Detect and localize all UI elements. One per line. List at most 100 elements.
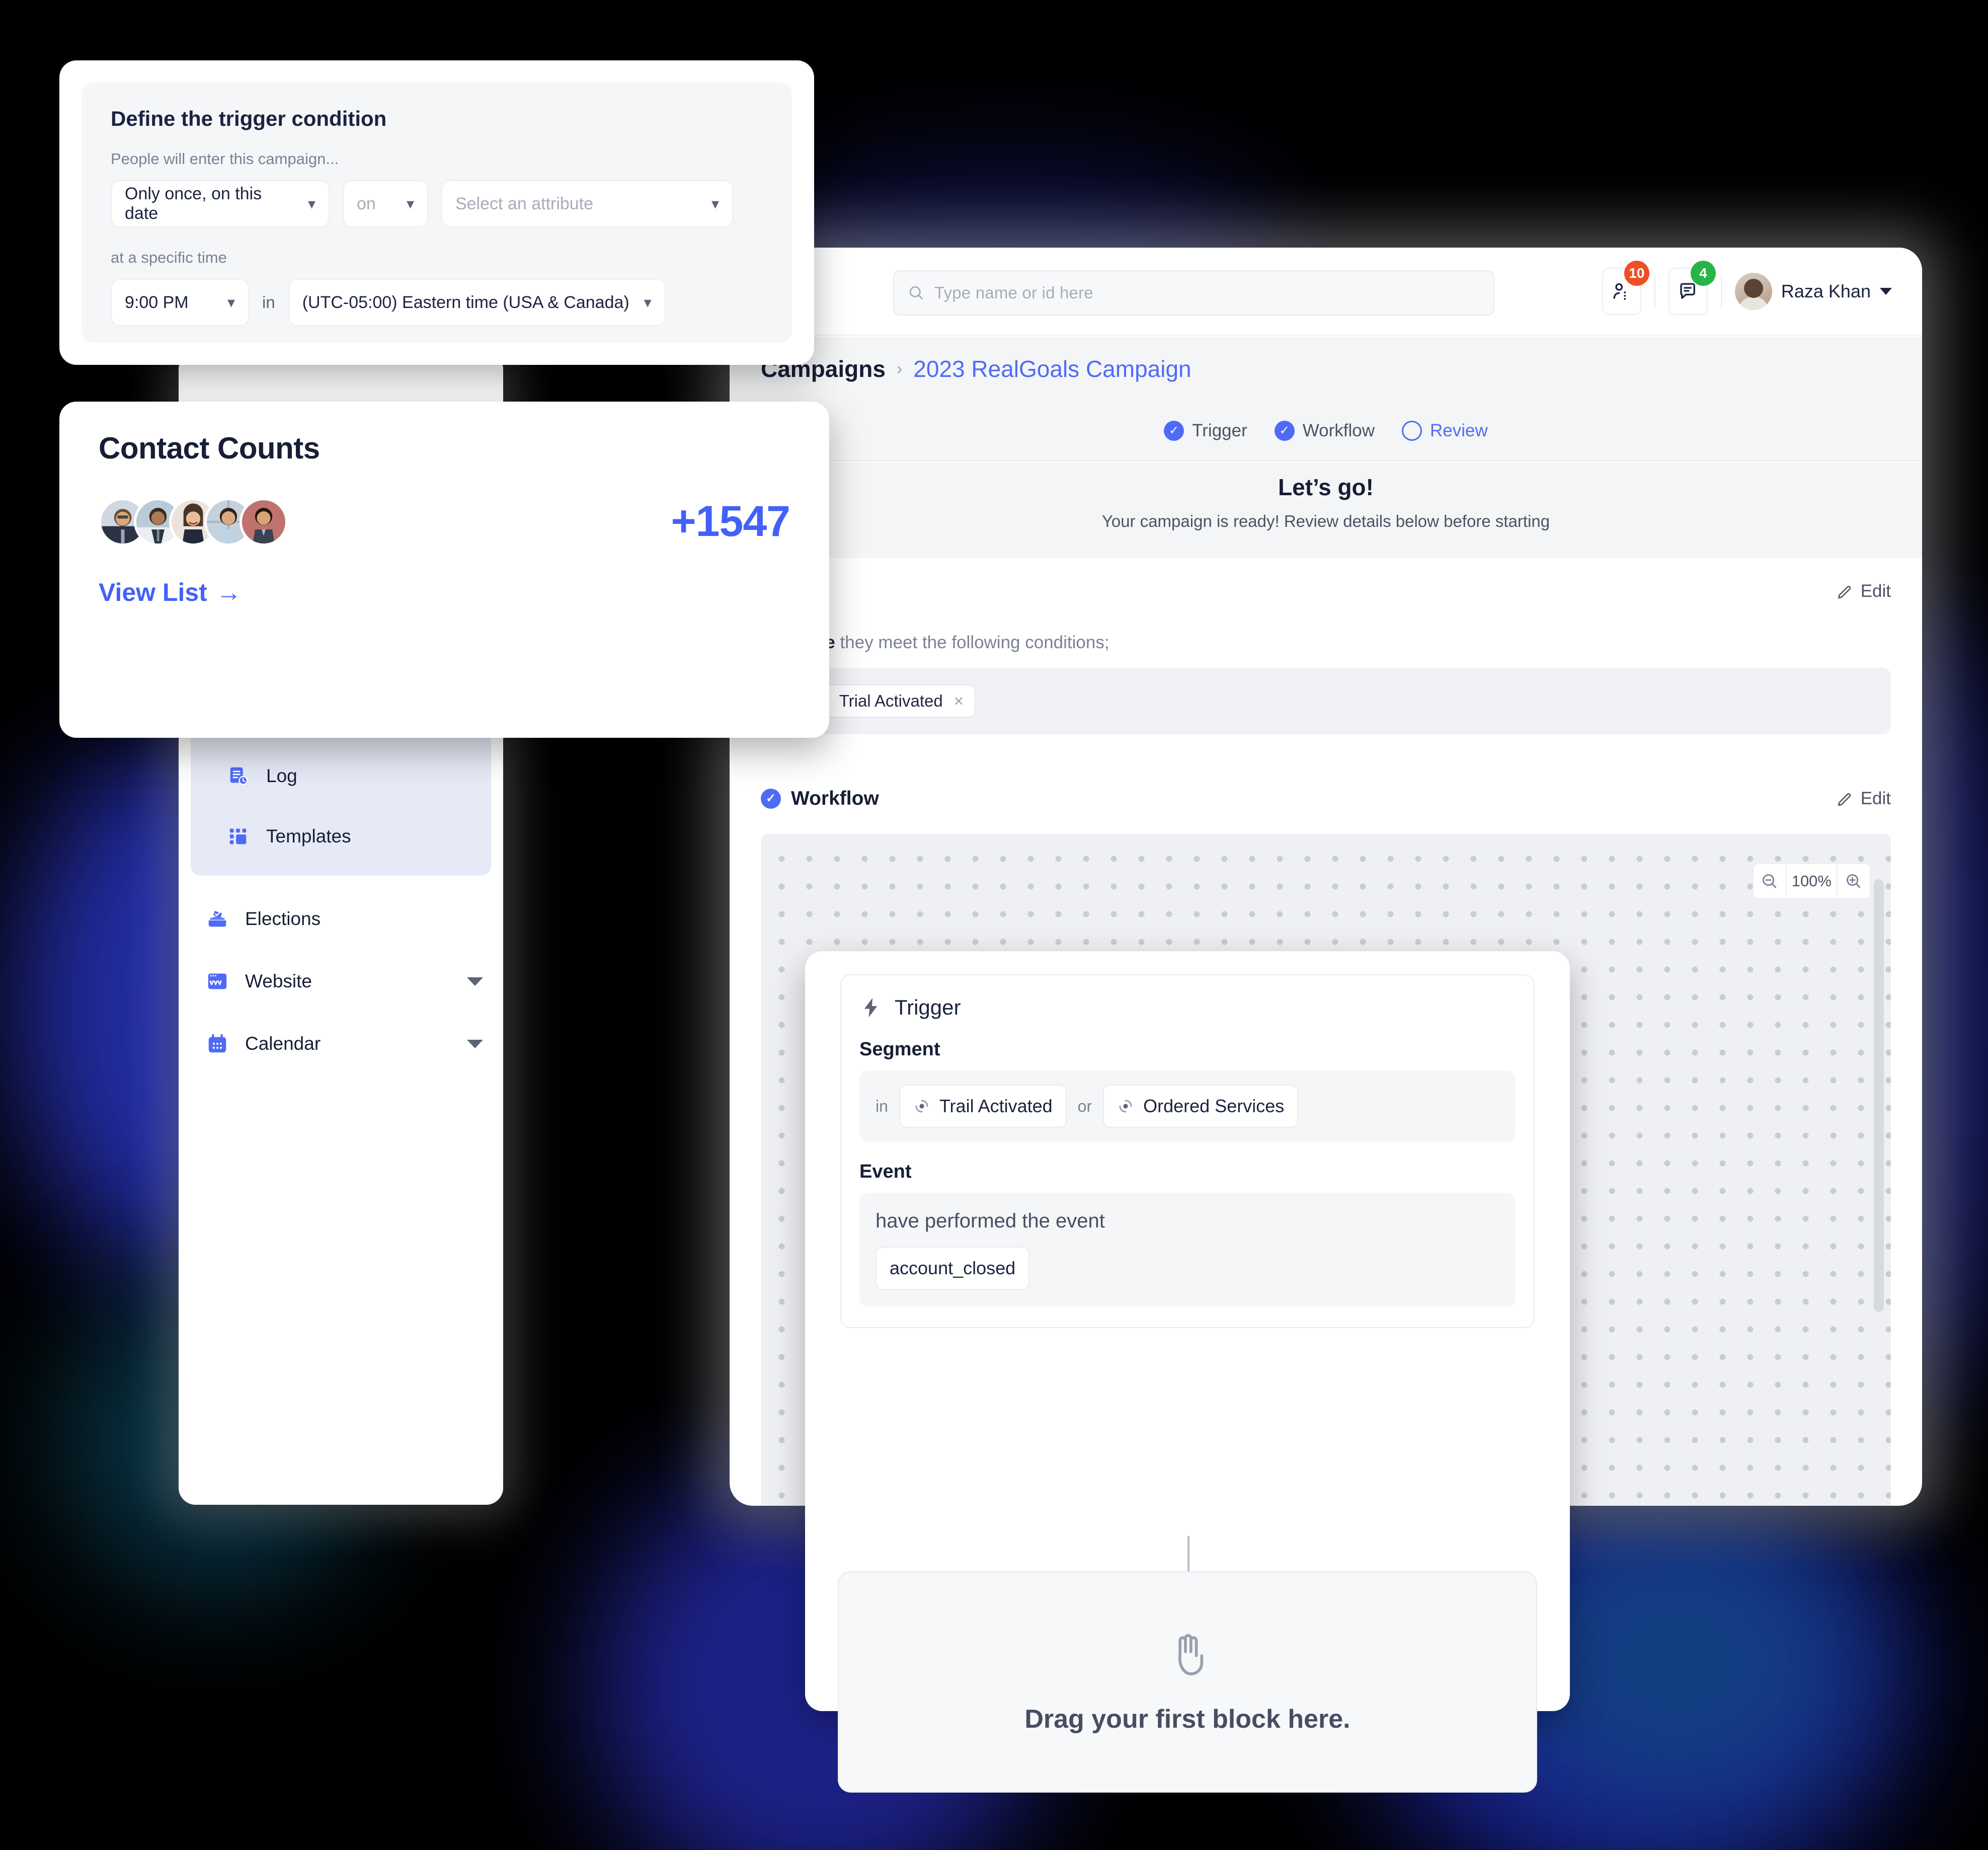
segment-field: in Trail Activated or Ordered Services	[859, 1070, 1516, 1142]
check-circle-icon: ✓	[1274, 421, 1295, 441]
sidebar-item-label: Templates	[266, 826, 351, 846]
step-review[interactable]: Review	[1402, 421, 1488, 441]
avatar	[1734, 272, 1772, 310]
sidebar-item-templates[interactable]: Templates	[191, 806, 491, 867]
sidebar-item-log[interactable]: Log	[191, 746, 491, 806]
card-subtitle: People will enter this campaign...	[111, 150, 339, 168]
trigger-node[interactable]: Trigger Segment in Trail Activated or Or…	[840, 974, 1535, 1328]
drop-zone[interactable]: Drag your first block here.	[838, 1571, 1537, 1793]
step-trigger[interactable]: ✓ Trigger	[1164, 421, 1247, 441]
timezone-select[interactable]: (UTC-05:00) Eastern time (USA & Canada) …	[288, 279, 666, 326]
edit-label: Edit	[1860, 789, 1891, 808]
screenshot-stage: Dashboard Campaigns Log	[0, 0, 1988, 1850]
sidebar-item-elections[interactable]: Elections	[179, 888, 503, 950]
step-label: Trigger	[1192, 421, 1247, 440]
arrow-right-icon: →	[216, 578, 242, 606]
pencil-icon	[1838, 586, 1851, 599]
edit-label: Edit	[1860, 581, 1891, 601]
breadcrumb-separator: ›	[896, 359, 903, 378]
segment-icon	[1119, 1100, 1132, 1113]
time-value: 9:00 PM	[125, 292, 189, 312]
zoom-out-icon	[1762, 874, 1776, 888]
header-divider	[1654, 275, 1655, 307]
trigger-condition-card: Define the trigger condition People will…	[59, 60, 814, 365]
trigger-description-rest: they meet the following conditions;	[835, 633, 1109, 652]
segment-or-word: or	[1077, 1097, 1092, 1115]
step-workflow[interactable]: ✓ Workflow	[1274, 421, 1375, 441]
sidebar-item-label: Website	[245, 971, 312, 991]
close-icon[interactable]: ×	[954, 691, 964, 711]
messages-notification-button[interactable]: 4	[1668, 260, 1716, 315]
messages-badge: 4	[1690, 260, 1716, 286]
contact-count-value: +1547	[671, 497, 790, 546]
search-placeholder: Type name or id here	[934, 283, 1093, 302]
user-menu[interactable]: Raza Khan	[1734, 272, 1892, 310]
operator-select[interactable]: on ▾	[343, 180, 428, 227]
canvas-scrollbar[interactable]	[1874, 879, 1884, 1312]
trigger-node-header: Trigger	[859, 995, 1516, 1020]
frequency-select[interactable]: Only once, on this date ▾	[111, 180, 330, 227]
chat-icon	[1680, 282, 1695, 299]
segment-in-word: in	[876, 1097, 888, 1115]
elections-icon	[205, 906, 230, 932]
segment-chip-label: Trial Activated	[839, 691, 943, 710]
search-icon	[909, 286, 923, 299]
chevron-down-icon[interactable]	[467, 977, 483, 986]
workflow-title-label: Workflow	[791, 788, 879, 809]
step-label: Workflow	[1302, 421, 1375, 440]
empty-circle-icon	[1402, 421, 1422, 441]
node-connector-line	[1187, 1536, 1189, 1571]
avatar	[240, 497, 288, 546]
segment-icon	[915, 1100, 928, 1113]
frequency-value: Only once, on this date	[125, 184, 262, 223]
zoom-in-button[interactable]	[1838, 864, 1870, 898]
pencil-icon	[1838, 793, 1851, 806]
step-label: Review	[1430, 421, 1488, 440]
attribute-placeholder: Select an attribute	[455, 194, 594, 213]
header-divider	[1720, 275, 1722, 307]
sidebar-item-website[interactable]: Website	[179, 950, 503, 1013]
segment-chip-label: Trail Activated	[939, 1096, 1053, 1116]
chevron-down-icon: ▾	[227, 294, 235, 311]
chevron-down-icon	[1880, 287, 1892, 295]
segment-chip[interactable]: Ordered Services	[1103, 1085, 1299, 1128]
event-text: have performed the event	[876, 1210, 1105, 1232]
log-icon	[226, 763, 251, 789]
trigger-segment-row: in Trial Activated ×	[761, 668, 1891, 734]
sidebar-item-calendar[interactable]: Calendar	[179, 1013, 503, 1075]
sidebar-item-label: Calendar	[245, 1033, 321, 1054]
time-label: at a specific time	[111, 249, 227, 266]
sidebar-item-label: Log	[266, 765, 297, 786]
card-title: Define the trigger condition	[111, 107, 387, 130]
timezone-value: (UTC-05:00) Eastern time (USA & Canada)	[302, 292, 629, 312]
zoom-out-button[interactable]	[1754, 864, 1786, 898]
sidebar-item-label: Elections	[245, 908, 321, 929]
calendar-icon	[205, 1031, 230, 1056]
chevron-down-icon: ▾	[406, 195, 414, 212]
chevron-down-icon: ▾	[711, 195, 719, 212]
trigger-node-title: Trigger	[895, 995, 961, 1019]
lightning-icon	[864, 997, 878, 1018]
zoom-level: 100%	[1785, 864, 1838, 898]
zoom-in-icon	[1847, 874, 1861, 888]
app-header: Type name or id here 10 4 Raza Khan	[730, 248, 1922, 336]
hand-icon	[1178, 1634, 1204, 1675]
templates-icon	[226, 824, 251, 849]
view-list-label: View List	[99, 578, 207, 606]
zoom-control: 100%	[1752, 863, 1871, 899]
time-select[interactable]: 9:00 PM ▾	[111, 279, 249, 326]
chevron-down-icon[interactable]	[467, 1039, 483, 1048]
edit-trigger-button[interactable]: Edit	[1837, 581, 1891, 601]
card-title: Contact Counts	[99, 431, 320, 465]
event-chip[interactable]: account_closed	[876, 1247, 1030, 1290]
search-input[interactable]: Type name or id here	[893, 270, 1494, 316]
breadcrumb-current: 2023 RealGoals Campaign	[913, 356, 1191, 382]
check-circle-icon: ✓	[761, 789, 781, 809]
view-list-link[interactable]: View List →	[99, 578, 790, 607]
attribute-select[interactable]: Select an attribute ▾	[441, 180, 733, 227]
segment-chip-label: Ordered Services	[1143, 1096, 1285, 1116]
segment-chip[interactable]: Trail Activated	[899, 1085, 1067, 1128]
edit-workflow-button[interactable]: Edit	[1837, 789, 1891, 809]
contacts-notification-button[interactable]: 10	[1602, 260, 1649, 315]
trigger-summary-panel: Edit first time they meet the following …	[730, 558, 1922, 775]
